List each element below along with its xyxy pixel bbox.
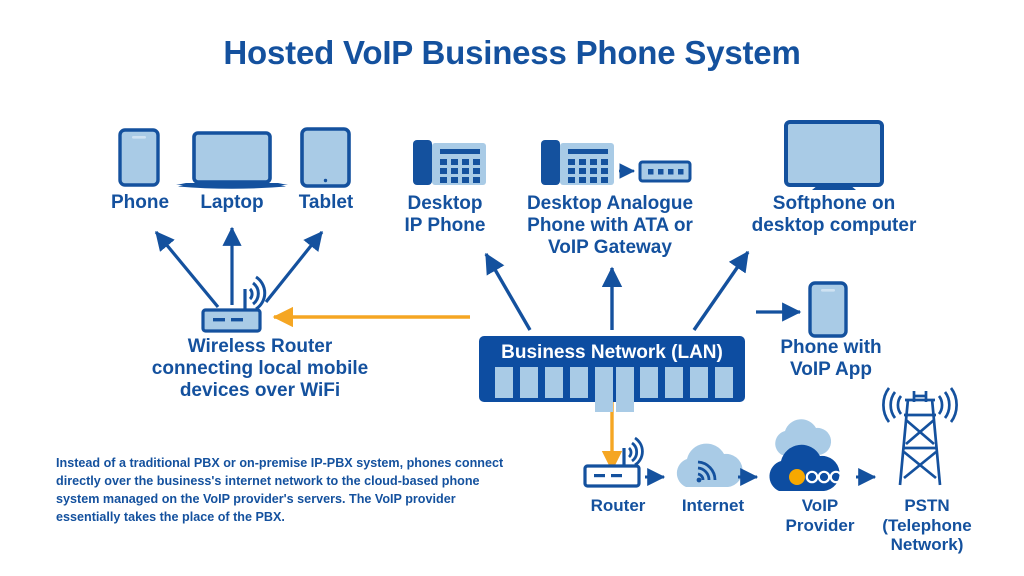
tablet-icon <box>300 127 351 188</box>
label-line: VoIP <box>801 496 839 515</box>
label-phone: Phone <box>110 192 170 213</box>
label-line: VoIP Gateway <box>548 237 672 259</box>
label-line: Desktop Analogue <box>526 193 694 214</box>
branch-wifi-router-icon <box>583 436 644 488</box>
diagram-canvas: Hosted VoIP Business Phone System Busine… <box>0 0 1024 576</box>
lan-to-softphone-arrow <box>692 250 750 331</box>
label-line: IP Phone <box>404 215 486 237</box>
business-network-lan-box: Business Network (LAN) <box>479 336 745 412</box>
smartphone-app-icon <box>808 281 848 338</box>
cloud-wifi-icon <box>676 443 743 487</box>
label-line: Phone with ATA or <box>527 215 693 237</box>
desk-phone-analogue-icon <box>541 140 614 185</box>
label-line: connecting local mobile <box>151 358 369 380</box>
label-softphone: Softphone on desktop computer <box>738 193 930 237</box>
label-analogue-phone: Desktop Analogue Phone with ATA or VoIP … <box>506 193 714 259</box>
lan-port <box>545 367 563 398</box>
laptop-icon <box>176 131 288 189</box>
label-line: Desktop <box>407 193 483 214</box>
lan-port <box>665 367 683 398</box>
label-line: desktop computer <box>751 215 917 237</box>
cloud-server-icon <box>769 419 843 491</box>
label-tablet: Tablet <box>298 192 354 213</box>
label-pstn: PSTN (Telephone Network) <box>864 496 990 555</box>
label-phone-with-voip-app: Phone with VoIP App <box>750 337 912 381</box>
label-line: devices over WiFi <box>179 380 341 402</box>
lan-port <box>595 367 613 412</box>
label-voip-provider: VoIP Provider <box>768 496 872 535</box>
lan-port <box>616 367 634 412</box>
desk-phone-icon <box>413 140 486 185</box>
description-paragraph: Instead of a traditional PBX or on-premi… <box>56 456 504 524</box>
label-line: PSTN <box>904 496 950 515</box>
ata-box-icon <box>638 160 692 183</box>
lan-port <box>715 367 733 398</box>
label-line: Phone with <box>780 337 882 358</box>
smartphone-icon <box>118 128 160 187</box>
label-internet: Internet <box>681 496 745 515</box>
lan-port <box>690 367 708 398</box>
lan-port <box>520 367 538 398</box>
label-branch-router: Router <box>590 496 646 515</box>
lan-port <box>495 367 513 398</box>
label-desktop-ip-phone: Desktop IP Phone <box>382 193 508 237</box>
lan-to-ip-phone-arrow <box>484 252 532 331</box>
lan-label: Business Network (LAN) <box>501 342 723 363</box>
label-line: Provider <box>785 515 855 535</box>
router-to-tablet-arrow <box>264 231 324 303</box>
label-laptop: Laptop <box>200 192 264 213</box>
cell-tower-icon <box>882 387 958 486</box>
label-line: Network) <box>890 535 964 555</box>
monitor-icon <box>784 120 884 190</box>
lan-port <box>640 367 658 398</box>
label-wireless-router: Wireless Router connecting local mobile … <box>110 336 410 402</box>
label-line: VoIP App <box>790 359 872 381</box>
lan-port <box>570 367 588 398</box>
label-line: (Telephone <box>882 515 972 535</box>
label-line: Softphone on <box>772 193 896 214</box>
label-line: Wireless Router <box>187 336 333 357</box>
wifi-router-icon <box>201 275 267 333</box>
router-to-phone-arrow <box>154 230 220 309</box>
